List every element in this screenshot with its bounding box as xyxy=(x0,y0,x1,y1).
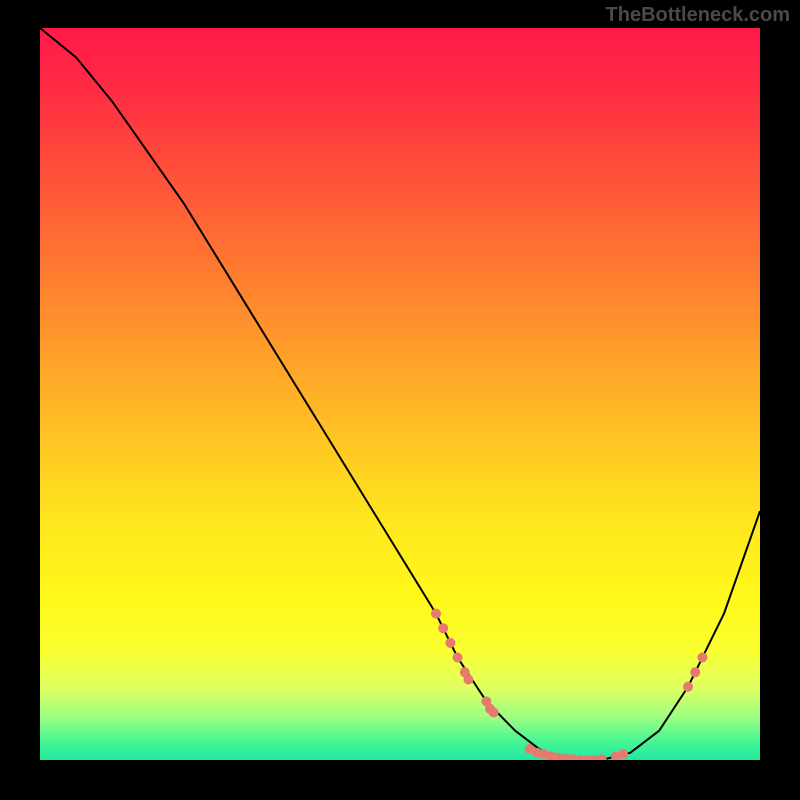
plot-area xyxy=(40,28,760,760)
data-marker xyxy=(463,675,473,685)
data-marker xyxy=(431,609,441,619)
data-marker xyxy=(453,653,463,663)
data-markers xyxy=(431,609,707,760)
bottleneck-curve xyxy=(40,28,760,760)
data-marker xyxy=(690,667,700,677)
data-marker xyxy=(683,682,693,692)
chart-svg xyxy=(40,28,760,760)
data-marker xyxy=(489,707,499,717)
data-marker xyxy=(597,754,607,760)
data-marker xyxy=(697,653,707,663)
data-marker xyxy=(445,638,455,648)
data-marker xyxy=(618,749,628,759)
watermark-text: TheBottleneck.com xyxy=(606,4,790,27)
data-marker xyxy=(438,623,448,633)
